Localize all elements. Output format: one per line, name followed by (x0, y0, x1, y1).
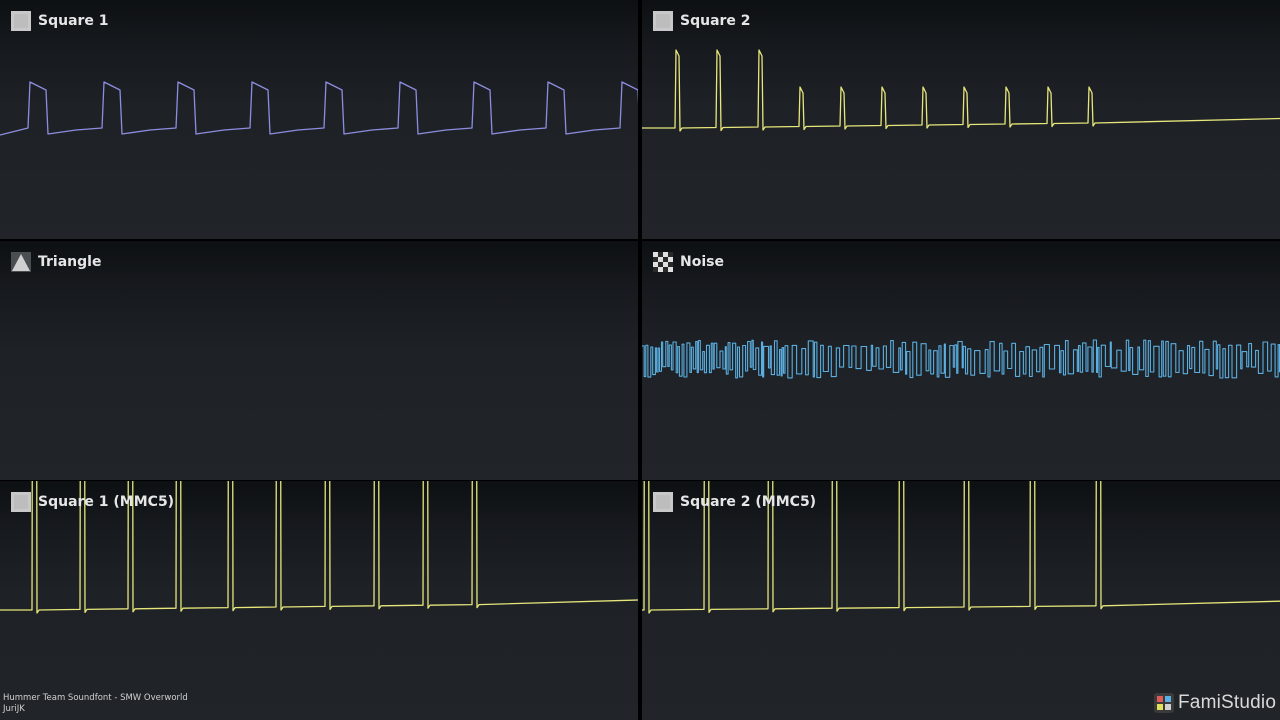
channel-title: Triangle (38, 254, 102, 270)
channel-title: Square 2 (MMC5) (680, 494, 817, 510)
channel-title: Noise (680, 254, 724, 270)
famistudio-logo-icon (1154, 693, 1174, 713)
channel-title: Square 1 (MMC5) (38, 494, 175, 510)
waveform-square-2 (642, 49, 1280, 132)
square-wave-icon (653, 492, 673, 512)
channel-header: Square 1 (MMC5) (10, 491, 174, 513)
channel-panel-square-2: Square 2 (642, 0, 1280, 239)
channel-title: Square 2 (680, 13, 751, 29)
channel-header: Noise (652, 251, 724, 273)
channel-panel-square-2-mmc5: Square 2 (MMC5) (642, 481, 1280, 720)
channel-panel-triangle: Triangle (0, 241, 638, 480)
song-author: JuriJK (3, 704, 25, 714)
song-title: Hummer Team Soundfont - SMW Overworld (3, 693, 188, 703)
channel-header: Triangle (10, 251, 101, 273)
waveform-square-1 (0, 81, 638, 136)
channel-header: Square 1 (10, 10, 109, 32)
song-info: Hummer Team Soundfont - SMW Overworld Ju… (3, 693, 188, 715)
square-wave-icon (653, 11, 673, 31)
panel-divider (638, 0, 642, 720)
square-wave-icon (11, 11, 31, 31)
channel-panel-square-1-mmc5: Square 1 (MMC5) (0, 481, 638, 720)
channel-panel-noise: Noise (642, 241, 1280, 480)
channel-header: Square 2 (MMC5) (652, 491, 816, 513)
triangle-wave-icon (11, 252, 31, 272)
noise-icon (653, 252, 673, 272)
brand-watermark: FamiStudio (1154, 692, 1276, 714)
brand-name: FamiStudio (1178, 692, 1277, 713)
channel-title: Square 1 (38, 13, 109, 29)
square-wave-icon (11, 492, 31, 512)
channel-header: Square 2 (652, 10, 751, 32)
channel-panel-square-1: Square 1 (0, 0, 638, 239)
waveform-square-2-mmc5 (642, 481, 1280, 614)
waveform-noise (642, 339, 1280, 379)
waveform-triangle (0, 241, 638, 480)
waveform-square-1-mmc5 (0, 481, 638, 614)
